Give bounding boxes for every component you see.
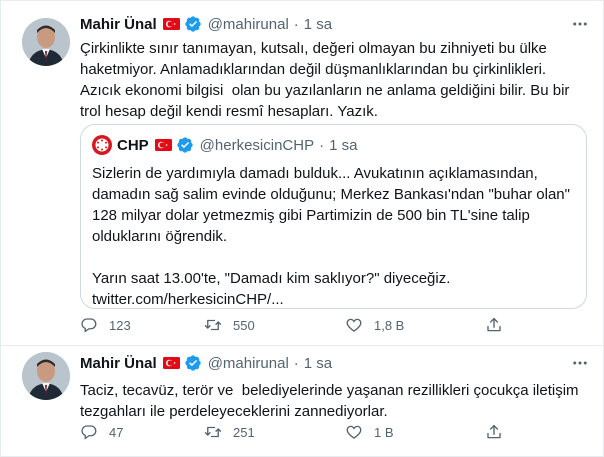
verified-badge-icon xyxy=(185,16,201,32)
author-handle[interactable]: @mahirunal xyxy=(208,355,289,372)
tweet-text: Taciz, tecavüz, terör ve belediyelerinde… xyxy=(80,382,583,420)
tweet-header: Mahir Ünal @mahirunal · 1 sa xyxy=(80,352,591,374)
tweet-header: Mahir Ünal @mahirunal · 1 sa xyxy=(80,13,591,35)
quoted-timestamp[interactable]: 1 sa xyxy=(329,137,357,154)
quoted-tweet[interactable]: CHP @herkesicinCHP · 1 sa Sizlerin de ya… xyxy=(80,124,587,309)
timeline: Mahir Ünal @mahirunal · 1 sa Çirkinlikte… xyxy=(0,0,604,457)
like-button[interactable]: 1,8 B xyxy=(345,315,404,335)
retweet-count: 550 xyxy=(233,317,255,333)
retweet-button[interactable]: 251 xyxy=(204,422,255,442)
reply-icon xyxy=(81,318,97,333)
heart-icon xyxy=(346,318,362,332)
reply-button[interactable]: 123 xyxy=(80,315,131,335)
avatar[interactable] xyxy=(22,352,70,400)
tweet-body: Mahir Ünal @mahirunal · 1 sa Çirkinlikte… xyxy=(80,13,591,122)
retweet-button[interactable]: 550 xyxy=(204,315,255,335)
quoted-tweet-header: CHP @herkesicinCHP · 1 sa xyxy=(92,135,357,155)
share-icon xyxy=(487,317,501,332)
turkey-flag-icon xyxy=(154,139,172,151)
tweet[interactable]: Mahir Ünal @mahirunal · 1 sa Taciz, teca… xyxy=(1,346,604,457)
like-count: 1 B xyxy=(374,424,394,440)
avatar[interactable] xyxy=(22,18,70,66)
author-name[interactable]: Mahir Ünal xyxy=(80,355,157,372)
timestamp[interactable]: 1 sa xyxy=(304,16,332,33)
quoted-author-name[interactable]: CHP xyxy=(117,137,149,154)
quoted-author-handle[interactable]: @herkesicinCHP xyxy=(200,137,314,154)
reply-count: 47 xyxy=(109,424,124,440)
timestamp[interactable]: 1 sa xyxy=(304,355,332,372)
like-button[interactable]: 1 B xyxy=(345,422,394,442)
share-icon xyxy=(487,424,501,439)
verified-badge-icon xyxy=(185,355,201,371)
tweet-actions: 47 251 1 B xyxy=(80,422,520,442)
author-handle[interactable]: @mahirunal xyxy=(208,16,289,33)
turkey-flag-icon xyxy=(162,18,180,30)
reply-icon xyxy=(81,425,97,440)
retweet-icon xyxy=(204,426,222,438)
heart-icon xyxy=(346,425,362,439)
avatar-photo xyxy=(22,352,70,400)
reply-count: 123 xyxy=(109,317,131,333)
more-dots-icon[interactable] xyxy=(569,352,591,374)
tweet-body: Mahir Ünal @mahirunal · 1 sa Taciz, teca… xyxy=(80,352,591,422)
tweet-text: Çirkinlikte sınır tanımayan, kutsalı, de… xyxy=(80,40,574,120)
separator: · xyxy=(293,15,299,33)
verified-badge-icon xyxy=(176,137,193,153)
retweet-count: 251 xyxy=(233,424,255,440)
like-count: 1,8 B xyxy=(374,317,405,333)
author-name[interactable]: Mahir Ünal xyxy=(80,16,157,33)
separator: · xyxy=(319,136,325,154)
retweet-icon xyxy=(204,319,222,331)
chp-logo-icon xyxy=(95,138,109,152)
reply-button[interactable]: 47 xyxy=(80,422,123,442)
tweet[interactable]: Mahir Ünal @mahirunal · 1 sa Çirkinlikte… xyxy=(1,1,604,346)
avatar-photo xyxy=(22,18,70,66)
turkey-flag-icon xyxy=(162,357,180,369)
quoted-avatar xyxy=(92,135,112,155)
separator: · xyxy=(293,354,299,372)
more-dots-icon[interactable] xyxy=(569,13,591,35)
share-button[interactable] xyxy=(485,315,503,335)
quoted-tweet-text: Sizlerin de yardımıyla damadı bulduk... … xyxy=(92,165,570,308)
tweet-actions: 123 550 1,8 B xyxy=(80,315,520,335)
share-button[interactable] xyxy=(485,422,503,442)
